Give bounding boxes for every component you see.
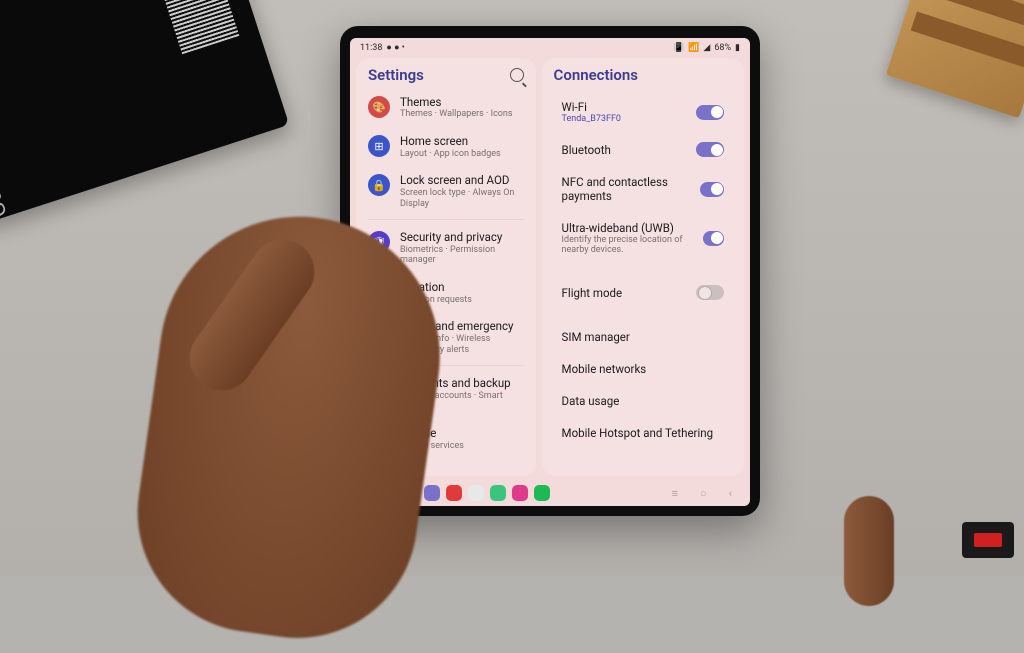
connections-row-nfc[interactable]: NFC and contactless payments [548,166,738,212]
taskbar-app-icon[interactable] [490,485,506,501]
connections-row-sim-manager[interactable]: SIM manager [548,321,738,353]
bluetooth-toggle[interactable] [696,142,724,157]
signal-icon: ◢ [703,44,710,53]
taskbar-app-icon[interactable] [534,485,550,501]
taskbar-app-icon[interactable] [512,485,528,501]
finger [844,496,894,606]
connections-row-uwb[interactable]: Ultra-wideband (UWB) Identify the precis… [548,212,738,264]
connections-row-hotspot[interactable]: Mobile Hotspot and Tethering [548,417,738,449]
connections-row-flight-mode[interactable]: Flight mode [548,276,738,309]
home-screen-icon: ⊞ [368,135,390,157]
nav-home-button[interactable]: ○ [700,487,707,500]
settings-title: Settings [368,66,424,84]
nav-back-button[interactable]: ‹ [729,487,732,500]
vibrate-icon: 📳 [673,44,684,53]
notification-dots-icon: ● ● • [386,44,404,53]
settings-item-themes[interactable]: 🎨 Themes Themes · Wallpapers · Icons [356,88,536,127]
nav-recent-button[interactable]: ≡ [672,487,678,500]
connections-row-mobile-networks[interactable]: Mobile networks [548,353,738,385]
taskbar-app-icon[interactable] [424,485,440,501]
flight-mode-toggle[interactable] [696,285,724,300]
divider [368,219,524,220]
themes-icon: 🎨 [368,96,390,118]
status-time: 11:38 [360,43,382,53]
battery-icon: ▮ [735,44,740,53]
lock-icon: 🔒 [368,174,390,196]
connections-panel: Connections Wi-Fi Tenda_B73FF0 Bluetooth [542,58,744,476]
battery-percent: 68% [714,43,731,53]
connections-row-data-usage[interactable]: Data usage [548,385,738,417]
wifi-icon: 📶 [688,44,699,53]
taskbar-app-icon[interactable] [468,485,484,501]
search-icon[interactable] [510,68,524,82]
connections-row-bluetooth[interactable]: Bluetooth [548,133,738,166]
nfc-toggle[interactable] [700,182,724,197]
product-box-label: Galaxy Z Fold6 [0,63,13,221]
wifi-toggle[interactable] [696,105,724,120]
uwb-toggle[interactable] [703,231,724,246]
taskbar-app-icon[interactable] [446,485,462,501]
settings-item-home-screen[interactable]: ⊞ Home screen Layout · App icon badges [356,127,536,166]
status-bar: 11:38 ● ● • 📳 📶 ◢ 68% ▮ [350,38,750,58]
barcode-icon [145,0,239,54]
connections-title: Connections [554,66,638,84]
settings-item-lock-screen[interactable]: 🔒 Lock screen and AOD Screen lock type ·… [356,166,536,216]
channel-logo [962,522,1014,558]
connections-row-wifi[interactable]: Wi-Fi Tenda_B73FF0 [548,91,738,133]
